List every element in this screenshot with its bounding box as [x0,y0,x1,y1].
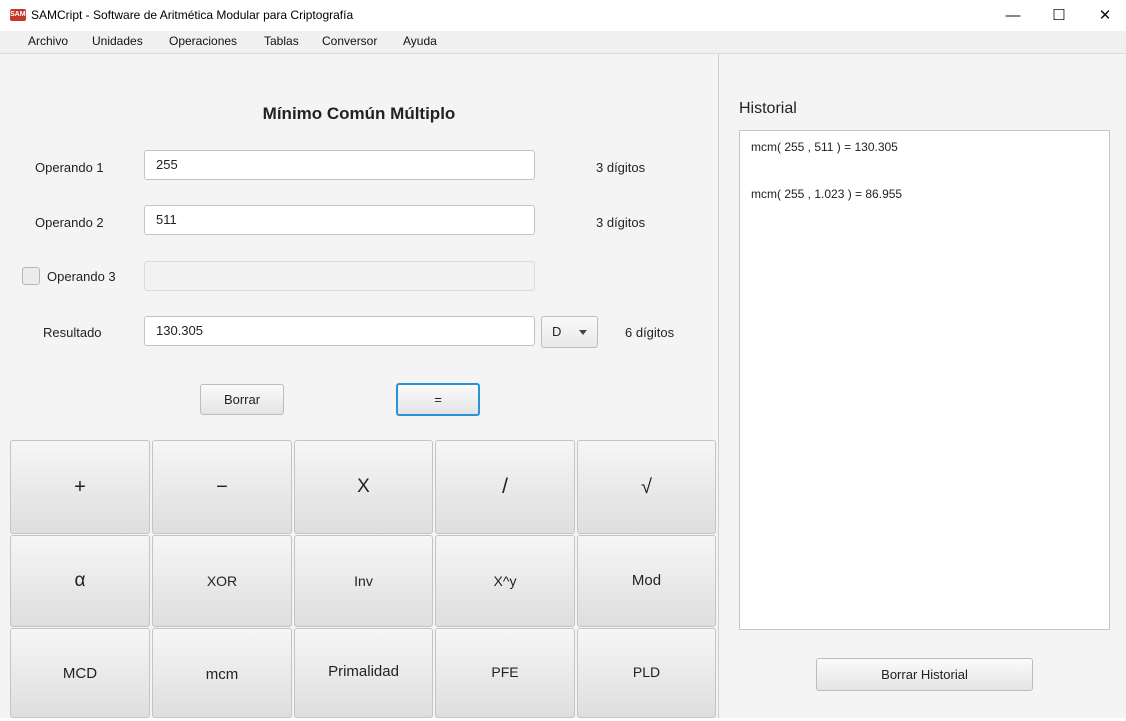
maximize-button[interactable]: ☐ [1036,0,1082,31]
page-title: Mínimo Común Múltiplo [262,104,456,123]
menu-tablas[interactable]: Tablas [264,34,299,48]
minimize-button[interactable]: — [990,0,1036,31]
window-title: SAMCript - Software de Aritmética Modula… [31,8,354,22]
subtract-key[interactable]: − [152,440,292,534]
pld-key[interactable]: PLD [577,628,716,718]
operand3-label: Operando 3 [47,269,116,284]
operand2-digits: 3 dígitos [596,215,646,230]
operand2-input[interactable]: 511 [144,205,535,235]
divide-key[interactable]: / [435,440,575,534]
operand2-label: Operando 2 [35,215,104,230]
title-bar: SAMCript SAMCript - Software de Aritméti… [0,0,1126,31]
operand3-checkbox[interactable] [22,267,40,285]
operand1-input[interactable]: 255 [144,150,535,180]
history-entry: mcm( 255 , 1.023 ) = 86.955 [751,187,903,201]
power-key[interactable]: X^y [435,535,575,627]
add-key[interactable]: + [10,440,150,534]
operand1-digits: 3 dígitos [596,160,646,175]
menu-ayuda[interactable]: Ayuda [403,34,437,48]
result-field[interactable]: 130.305 [144,316,535,346]
history-entry: mcm( 255 , 511 ) = 130.305 [751,140,898,154]
app-logo: SAMCript [10,9,42,21]
operand1-label: Operando 1 [35,160,104,175]
multiply-key[interactable]: X [294,440,433,534]
mcm-key[interactable]: mcm [152,628,292,718]
menu-bar: Archivo Unidades Operaciones Tablas Conv… [0,31,1126,54]
base-select-value: D [552,324,562,339]
operation-keypad: + − X / √ α XOR Inv X^y Mod MCD mcm Prim… [10,440,716,718]
pfe-key[interactable]: PFE [435,628,575,718]
history-panel: Historial mcm( 255 , 511 ) = 130.305 mcm… [719,54,1126,718]
menu-operaciones[interactable]: Operaciones [169,34,237,48]
result-label: Resultado [43,325,102,340]
xor-key[interactable]: XOR [152,535,292,627]
menu-archivo[interactable]: Archivo [28,34,68,48]
menu-conversor[interactable]: Conversor [322,34,377,48]
history-list[interactable]: mcm( 255 , 511 ) = 130.305 mcm( 255 , 1.… [739,130,1110,630]
operation-panel: Mínimo Común Múltiplo Operando 1 255 3 d… [0,54,719,718]
menu-unidades[interactable]: Unidades [92,34,143,48]
equals-button[interactable]: = [396,383,480,416]
mcd-key[interactable]: MCD [10,628,150,718]
close-button[interactable]: ✕ [1082,0,1126,31]
operand3-input[interactable] [144,261,535,291]
sqrt-key[interactable]: √ [577,440,716,534]
chevron-down-icon [579,330,587,335]
base-select[interactable]: D [541,316,598,348]
alpha-key[interactable]: α [10,535,150,627]
mod-key[interactable]: Mod [577,535,716,627]
clear-button[interactable]: Borrar [200,384,284,415]
primality-key[interactable]: Primalidad [294,628,433,718]
result-digits: 6 dígitos [625,325,675,340]
history-title: Historial [739,100,797,117]
clear-history-button[interactable]: Borrar Historial [816,658,1033,691]
inverse-key[interactable]: Inv [294,535,433,627]
